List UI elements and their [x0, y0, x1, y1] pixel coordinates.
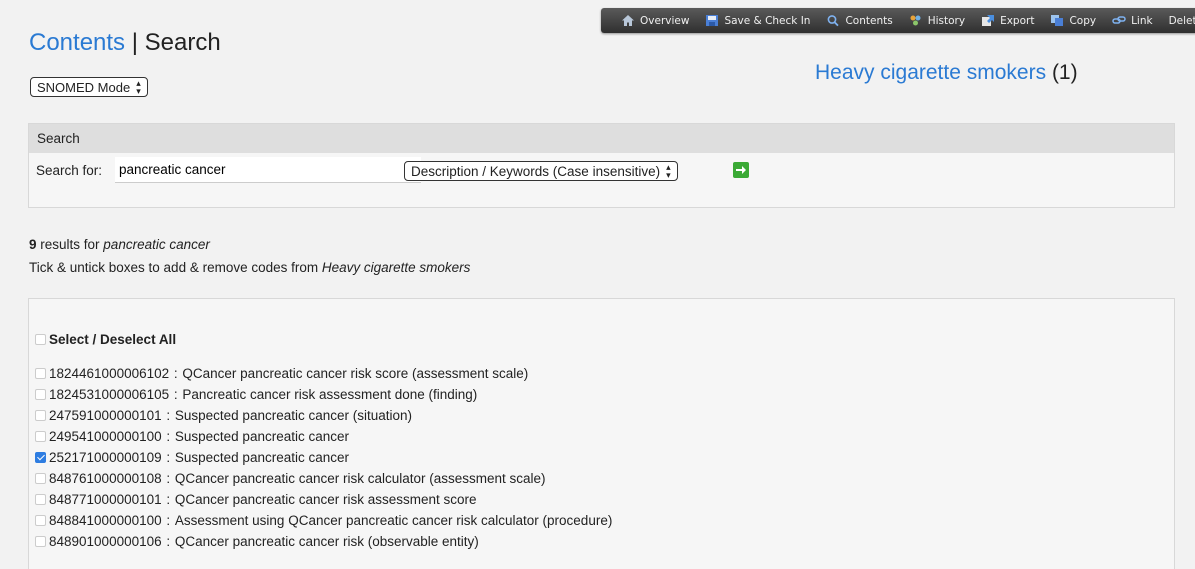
code-description: Suspected pancreatic cancer (situation): [174, 408, 413, 423]
history-label: History: [927, 14, 966, 27]
code-id: 252171000000109: [49, 450, 162, 465]
code-row: 247591000000101 : Suspected pancreatic c…: [35, 405, 612, 426]
code-checkbox[interactable]: [35, 536, 46, 547]
page-title: Contents | Search: [29, 29, 221, 57]
results-query: pancreatic cancer: [103, 237, 210, 252]
save-check-in-label: Save & Check In: [724, 14, 811, 27]
code-row: 1824531000006105 : Pancreatic cancer ris…: [35, 384, 612, 405]
results-count: 9: [29, 237, 37, 252]
code-checkbox[interactable]: [35, 473, 46, 484]
instruction-text: Tick & untick boxes to add & remove code…: [29, 260, 322, 275]
code-description: QCancer pancreatic cancer risk score (as…: [182, 366, 529, 381]
home-icon: [622, 15, 634, 26]
code-checkbox[interactable]: [35, 452, 46, 463]
history-icon: [910, 15, 921, 26]
code-id: 1824531000006105: [49, 387, 170, 402]
code-row: 252171000000109 : Suspected pancreatic c…: [35, 447, 612, 468]
code-separator: :: [162, 450, 174, 465]
code-id: 848901000000106: [49, 534, 162, 549]
code-separator: :: [162, 408, 174, 423]
search-field-value: Description / Keywords (Case insensitive…: [411, 163, 661, 179]
search-label: Search for:: [36, 163, 103, 178]
save-check-in-button[interactable]: Save & Check In: [705, 14, 810, 27]
list-name-link[interactable]: Heavy cigarette smokers: [815, 61, 1046, 84]
code-row: 848771000000101 : QCancer pancreatic can…: [35, 489, 612, 510]
select-all-label: Select / Deselect All: [49, 332, 177, 347]
select-all-row: Select / Deselect All: [35, 332, 176, 347]
export-icon: [982, 15, 995, 26]
code-checkbox[interactable]: [35, 368, 46, 379]
code-separator: :: [162, 429, 174, 444]
search-title: Search: [144, 29, 221, 56]
code-separator: :: [162, 534, 174, 549]
link-button[interactable]: Link: [1112, 14, 1153, 27]
overview-button[interactable]: Overview: [621, 14, 689, 27]
code-row: 848761000000108 : QCancer pancreatic can…: [35, 468, 612, 489]
export-label: Export: [1000, 14, 1035, 27]
mode-select-value: SNOMED Mode: [37, 79, 131, 95]
code-id: 848761000000108: [49, 471, 162, 486]
link-icon: [1112, 16, 1126, 24]
search-field-select[interactable]: Description / Keywords (Case insensitive…: [404, 161, 678, 181]
list-count: (1): [1051, 61, 1078, 84]
code-description: Suspected pancreatic cancer: [174, 429, 349, 444]
link-label: Link: [1131, 14, 1153, 27]
copy-icon: [1051, 15, 1064, 26]
delete-label: Delete: [1168, 14, 1195, 27]
history-button[interactable]: History: [909, 14, 965, 27]
code-checkbox[interactable]: [35, 494, 46, 505]
copy-button[interactable]: Copy: [1050, 14, 1096, 27]
search-panel: Search Search for: Description / Keyword…: [28, 123, 1175, 208]
code-description: Assessment using QCancer pancreatic canc…: [174, 513, 613, 528]
code-separator: :: [162, 492, 174, 507]
mode-select[interactable]: SNOMED Mode ▴ ▾: [30, 77, 148, 97]
code-description: Pancreatic cancer risk assessment done (…: [182, 387, 478, 402]
code-checkbox[interactable]: [35, 515, 46, 526]
code-row: 848841000000100 : Assessment using QCanc…: [35, 510, 612, 531]
code-list: 1824461000006102 : QCancer pancreatic ca…: [35, 363, 612, 552]
top-toolbar: Overview Save & Check In Contents Histor…: [601, 8, 1195, 33]
contents-link[interactable]: Contents: [29, 29, 125, 56]
save-icon: [706, 15, 719, 26]
delete-button[interactable]: Delete: [1169, 15, 1195, 27]
code-separator: :: [162, 471, 174, 486]
results-summary: 9 results for pancreatic cancer: [29, 237, 210, 252]
code-separator: :: [170, 366, 182, 381]
code-row: 848901000000106 : QCancer pancreatic can…: [35, 531, 612, 552]
contents-label: Contents: [845, 14, 893, 27]
code-row: 249541000000100 : Suspected pancreatic c…: [35, 426, 612, 447]
search-icon: [828, 15, 840, 27]
code-id: 249541000000100: [49, 429, 162, 444]
results-panel: Select / Deselect All 1824461000006102 :…: [28, 298, 1175, 569]
list-title: Heavy cigarette smokers (1): [815, 61, 1078, 85]
code-separator: :: [162, 513, 174, 528]
code-separator: :: [170, 387, 182, 402]
code-description: QCancer pancreatic cancer risk calculato…: [174, 471, 546, 486]
search-input[interactable]: [115, 157, 421, 183]
code-checkbox[interactable]: [35, 431, 46, 442]
code-checkbox[interactable]: [35, 389, 46, 400]
contents-button[interactable]: Contents: [826, 14, 893, 27]
copy-label: Copy: [1069, 14, 1097, 27]
export-button[interactable]: Export: [981, 14, 1034, 27]
updown-arrows-icon: ▴ ▾: [666, 162, 671, 180]
title-separator: |: [131, 29, 138, 56]
instruction-list-name: Heavy cigarette smokers: [321, 260, 471, 275]
results-instruction: Tick & untick boxes to add & remove code…: [29, 260, 470, 275]
code-description: QCancer pancreatic cancer risk assessmen…: [174, 492, 477, 507]
code-id: 247591000000101: [49, 408, 162, 423]
select-all-checkbox[interactable]: [35, 334, 46, 345]
updown-arrows-icon: ▴ ▾: [136, 78, 141, 96]
code-id: 848771000000101: [49, 492, 162, 507]
search-panel-header: Search: [29, 124, 1174, 153]
results-summary-text: results for: [36, 237, 104, 252]
code-id: 1824461000006102: [49, 366, 170, 381]
code-checkbox[interactable]: [35, 410, 46, 421]
overview-label: Overview: [640, 14, 690, 27]
code-id: 848841000000100: [49, 513, 162, 528]
go-arrow-icon[interactable]: [733, 162, 749, 178]
code-description: QCancer pancreatic cancer risk (observab…: [174, 534, 479, 549]
code-description: Suspected pancreatic cancer: [174, 450, 349, 465]
code-row: 1824461000006102 : QCancer pancreatic ca…: [35, 363, 612, 384]
